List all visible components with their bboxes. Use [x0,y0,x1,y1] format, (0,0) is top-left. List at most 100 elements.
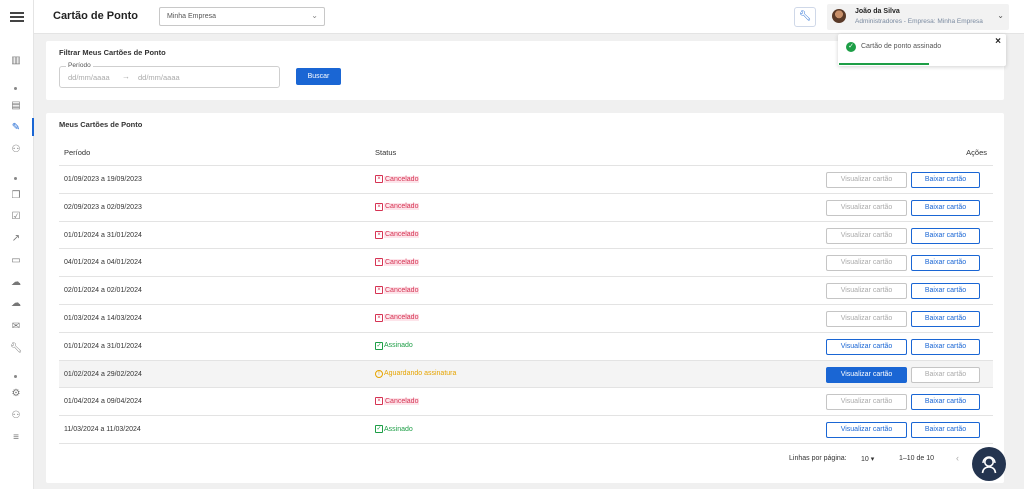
view-card-button[interactable]: Visualizar cartão [826,255,907,272]
menu-icon[interactable] [10,12,24,22]
toast-progress-bar [839,63,929,65]
download-card-button[interactable]: Baixar cartão [911,366,980,383]
table-row: 01/03/2024 a 14/03/2024 × Cancelado Visuali… [59,305,993,333]
cancel-icon: × [375,397,383,406]
download-card-button[interactable]: Baixar cartão [911,422,980,439]
pen-icon[interactable]: ✎ [9,121,23,135]
pending-icon: ! [375,369,383,378]
view-card-button[interactable]: Visualizar cartão [826,227,907,244]
table-row: 02/01/2024 a 02/01/2024 × Cancelado Visuali… [59,277,993,305]
view-card-button[interactable]: Visualizar cartão [826,199,907,216]
status-badge: × Cancelado [375,397,420,406]
row-period: 02/01/2024 a 02/01/2024 [64,287,142,295]
cancel-icon: × [375,202,383,211]
cancel-icon: × [375,286,383,295]
user-icon[interactable]: ⚇ [9,409,23,423]
page-title: Cartão de Ponto [53,10,138,22]
copy-icon[interactable]: ❐ [9,189,23,203]
close-icon[interactable]: × [995,36,1001,47]
status-badge: × Cancelado [375,286,420,295]
download-card-button[interactable]: Baixar cartão [911,172,980,188]
sidebar-active-indicator [32,118,34,136]
cancel-icon: × [375,230,383,239]
tools-button[interactable]: 🔧︎ [794,7,816,27]
caret-down-icon: ▾ [870,456,875,463]
support-agent-icon [981,456,997,474]
trend-icon[interactable]: ↗ [9,232,23,246]
calendar-check-icon[interactable]: ☑ [9,210,23,224]
download-card-button[interactable]: Baixar cartão [911,310,980,327]
view-card-button[interactable]: Visualizar cartão [826,283,907,300]
status-text: Cancelado [384,286,420,294]
company-select-value: Minha Empresa [167,13,217,20]
row-period: 02/09/2023 a 02/09/2023 [64,203,142,211]
row-period: 11/03/2024 a 11/03/2024 [64,426,141,434]
avatar [832,9,846,23]
chevron-left-icon[interactable]: ‹ [956,453,959,463]
status-badge: × Cancelado [375,175,420,183]
period-range-field[interactable]: Período dd/mm/aaaa → dd/mm/aaaa [59,62,280,88]
document-icon[interactable]: ▤ [9,99,23,113]
view-card-button[interactable]: Visualizar cartão [826,172,907,188]
search-button[interactable]: Buscar [296,68,341,85]
sidebar-divider [14,375,17,378]
wrench-icon[interactable]: 🔧︎ [9,342,23,356]
mail-icon[interactable]: ✉ [9,320,23,334]
person-icon[interactable]: ⚇ [9,143,23,157]
row-period: 01/03/2024 a 14/03/2024 [64,314,142,322]
end-date-input[interactable]: dd/mm/aaaa [138,73,180,82]
download-card-button[interactable]: Baixar cartão [911,394,980,411]
download-card-button[interactable]: Baixar cartão [911,227,980,244]
rows-per-page-value: 10 [861,456,869,463]
view-card-button[interactable]: Visualizar cartão [826,394,907,411]
rows-per-page-label: Linhas por página: [789,455,847,462]
rows-per-page-select[interactable]: 10 ▾ [861,455,874,463]
user-menu[interactable]: João da Silva Administradores - Empresa:… [827,4,1009,30]
cloud-upload-icon[interactable]: ☁ [9,276,23,290]
arrow-right-icon: → [122,72,130,81]
status-text: Cancelado [384,314,420,322]
table-row: 11/03/2024 a 11/03/2024 ✓ Assinado Visualiz… [59,416,993,444]
sidebar-divider [14,177,17,180]
status-text: Assinado [384,342,413,350]
cloud-download-icon[interactable]: ☁ [9,297,23,311]
view-card-button[interactable]: Visualizar cartão [826,366,907,383]
chart-icon[interactable]: ▥ [9,54,23,68]
download-card-button[interactable]: Baixar cartão [911,338,980,355]
gear-icon[interactable]: ⚙ [9,387,23,401]
chat-icon[interactable]: ▭ [9,254,23,268]
table-row: 02/09/2023 a 02/09/2023 × Cancelado Visuali… [59,194,993,222]
filter-title: Filtrar Meus Cartões de Ponto [59,48,166,57]
timecards-card: Meus Cartões de Ponto Período Status Açõ… [46,113,1004,483]
view-card-button[interactable]: Visualizar cartão [826,422,907,439]
list-icon[interactable]: ≡ [9,431,23,445]
status-badge: × Cancelado [375,202,420,211]
column-header-status: Status [375,148,397,157]
status-text: Cancelado [384,203,420,211]
view-card-button[interactable]: Visualizar cartão [826,338,907,355]
download-card-button[interactable]: Baixar cartão [911,199,980,216]
table-body: 01/09/2023 a 19/09/2023 × Cancelado Visuali… [59,166,993,444]
row-period: 01/09/2023 a 19/09/2023 [64,176,142,183]
row-period: 04/01/2024 a 04/01/2024 [64,259,142,267]
support-button[interactable] [972,447,1006,481]
row-period: 01/01/2024 a 31/01/2024 [64,342,142,350]
company-select[interactable]: Minha Empresa ⌄ [159,7,325,26]
cancel-icon: × [375,313,383,322]
download-card-button[interactable]: Baixar cartão [911,283,980,300]
start-date-input[interactable]: dd/mm/aaaa [68,73,110,82]
chevron-down-icon: ⌄ [997,11,1004,20]
row-period: 01/04/2024 a 09/04/2024 [64,398,142,406]
view-card-button[interactable]: Visualizar cartão [826,310,907,327]
pagination-range: 1–10 de 10 [899,455,935,462]
status-badge: ! Aguardando assinatura [375,369,456,378]
status-text: Cancelado [384,231,420,239]
user-name: João da Silva [855,8,900,15]
download-card-button[interactable]: Baixar cartão [911,255,980,272]
toast-message: Cartão de ponto assinado [861,43,942,50]
table-row: 04/01/2024 a 04/01/2024 × Cancelado Visuali… [59,249,993,278]
success-toast: ✓ Cartão de ponto assinado × [838,34,1006,66]
timecards-table: Período Status Ações 01/09/2023 a 19/09/… [59,141,993,444]
table-row: 01/09/2023 a 19/09/2023 × Cancelado Visuali… [59,166,993,194]
period-label: Período [66,62,93,69]
